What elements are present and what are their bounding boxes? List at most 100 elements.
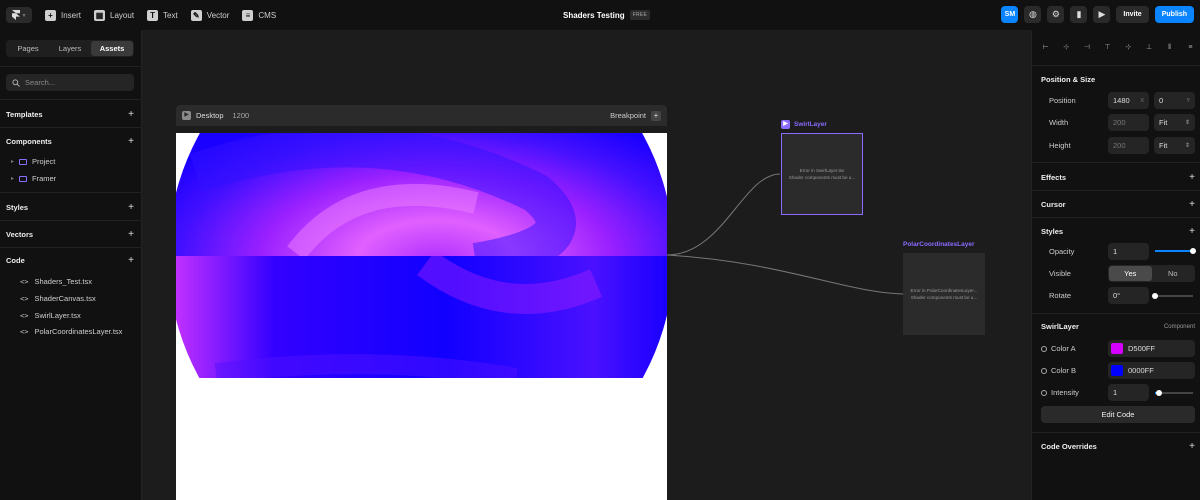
invite-button[interactable]: Invite [1116, 6, 1149, 23]
gear-icon: ⚙ [1051, 9, 1060, 19]
analytics-button[interactable]: ▮ [1070, 6, 1088, 23]
opacity-input[interactable]: 1 [1108, 243, 1149, 260]
width-input[interactable]: 200 [1108, 114, 1149, 131]
code-file-item[interactable]: <> SwirlLayer.tsx [20, 311, 81, 320]
rotate-slider[interactable] [1152, 293, 1193, 299]
opacity-slider[interactable] [1155, 248, 1196, 254]
rotate-input[interactable]: 0° [1108, 287, 1149, 304]
polar-layer-node[interactable]: Error in PolarCoordinatesLayer... Shader… [903, 253, 985, 335]
divider [1032, 162, 1200, 163]
avatar[interactable]: SM [1001, 6, 1019, 23]
color-b-field[interactable]: 0000FF [1108, 362, 1195, 379]
component-item-project[interactable]: ▸ Project [11, 157, 55, 166]
code-icon: <> [20, 294, 29, 303]
align-bottom-icon[interactable]: ⊥ [1145, 43, 1154, 52]
swirl-layer-node-title[interactable]: ▶ SwirlLayer [781, 120, 827, 129]
add-breakpoint-icon[interactable]: + [651, 110, 661, 121]
position-y-input[interactable]: 0 Y [1154, 92, 1195, 109]
publish-button[interactable]: Publish [1154, 6, 1194, 23]
variable-icon[interactable] [1041, 345, 1047, 352]
polar-layer-node-title[interactable]: PolarCoordinatesLayer [903, 241, 975, 248]
globe-button[interactable]: ◍ [1024, 6, 1042, 23]
variable-icon[interactable] [1041, 367, 1047, 374]
breakpoint-control[interactable]: Breakpoint + [610, 105, 661, 126]
visible-toggle[interactable]: Yes No [1108, 265, 1195, 282]
code-file-label: Shaders_Test.tsx [34, 277, 92, 286]
play-icon[interactable]: ▶ [182, 111, 191, 120]
styles-section[interactable]: Styles + [1041, 226, 1195, 237]
code-section[interactable]: Code + [6, 255, 134, 266]
top-toolbar: ▾ + Insert ▦ Layout T Text ✎ Vector ≡ CM… [0, 0, 1200, 30]
components-section[interactable]: Components + [6, 136, 134, 147]
distribute-v-icon[interactable]: ≡ [1186, 43, 1195, 52]
add-cursor-icon[interactable]: + [1189, 199, 1195, 210]
tab-assets[interactable]: Assets [91, 41, 133, 56]
add-code-icon[interactable]: + [128, 255, 134, 266]
variable-icon[interactable] [1041, 389, 1047, 396]
project-title-area[interactable]: Shaders Testing FREE [563, 0, 651, 30]
intensity-slider-knob[interactable] [1156, 390, 1162, 396]
width-label: Width [1049, 118, 1069, 127]
vector-button[interactable]: ✎ Vector [190, 9, 229, 21]
code-title: Code [6, 256, 25, 265]
opacity-slider-knob[interactable] [1190, 248, 1196, 254]
add-style-icon[interactable]: + [128, 202, 134, 213]
code-overrides-section[interactable]: Code Overrides + [1041, 441, 1195, 452]
add-effect-icon[interactable]: + [1189, 172, 1195, 183]
add-template-icon[interactable]: + [128, 109, 134, 120]
templates-section[interactable]: Templates + [6, 109, 134, 120]
add-component-icon[interactable]: + [128, 136, 134, 147]
code-file-item[interactable]: <> PolarCoordinatesLayer.tsx [20, 327, 122, 336]
align-center-v-icon[interactable]: ⊹ [1124, 43, 1133, 52]
intensity-slider[interactable] [1155, 390, 1193, 396]
height-input[interactable]: 200 [1108, 137, 1149, 154]
distribute-h-icon[interactable]: ⫴ [1165, 43, 1174, 52]
visible-yes-option[interactable]: Yes [1109, 266, 1152, 281]
layout-button[interactable]: ▦ Layout [94, 9, 135, 21]
text-button[interactable]: T Text [147, 9, 178, 21]
code-file-item[interactable]: <> ShaderCanvas.tsx [20, 294, 96, 303]
styles-section[interactable]: Styles + [6, 202, 134, 213]
intensity-label: Intensity [1051, 388, 1079, 397]
add-style-icon[interactable]: + [1189, 226, 1195, 237]
color-b-swatch[interactable] [1111, 365, 1123, 376]
code-file-item[interactable]: <> Shaders_Test.tsx [20, 277, 92, 286]
swirl-layer-node[interactable]: Error in SwirlLayer.tsx Shader component… [781, 133, 863, 215]
position-x-input[interactable]: 1480 X [1108, 92, 1149, 109]
add-vector-icon[interactable]: + [128, 229, 134, 240]
preview-button[interactable]: ▶ [1093, 6, 1111, 23]
align-center-h-icon[interactable]: ⊹ [1062, 43, 1071, 52]
design-canvas[interactable]: ▶ Desktop 1200 Breakpoint + ▶ SwirlLayer… [143, 30, 1031, 500]
insert-button[interactable]: + Insert [45, 9, 81, 21]
cursor-section[interactable]: Cursor + [1041, 199, 1195, 210]
divider [1032, 217, 1200, 218]
align-top-icon[interactable]: ⊤ [1103, 43, 1112, 52]
search-input[interactable] [25, 78, 125, 87]
width-mode-select[interactable]: Fit ⇕ [1154, 114, 1195, 131]
color-a-field[interactable]: D500FF [1108, 340, 1195, 357]
settings-button[interactable]: ⚙ [1047, 6, 1065, 23]
align-right-icon[interactable]: ⊣ [1082, 43, 1091, 52]
height-mode-select[interactable]: Fit ⇕ [1154, 137, 1195, 154]
edit-code-button[interactable]: Edit Code [1041, 406, 1195, 423]
effects-section[interactable]: Effects + [1041, 172, 1195, 183]
rotate-slider-knob[interactable] [1152, 293, 1158, 299]
tab-pages[interactable]: Pages [7, 41, 49, 56]
search-box[interactable] [6, 74, 134, 91]
color-a-swatch[interactable] [1111, 343, 1123, 354]
desktop-frame-header[interactable]: ▶ Desktop 1200 Breakpoint + [176, 105, 667, 126]
cms-label: CMS [258, 10, 277, 20]
add-override-icon[interactable]: + [1189, 441, 1195, 452]
visible-no-option[interactable]: No [1152, 266, 1195, 281]
vectors-section[interactable]: Vectors + [6, 229, 134, 240]
properties-panel: ⊢ ⊹ ⊣ ⊤ ⊹ ⊥ ⫴ ≡ Position & Size Position… [1031, 30, 1200, 500]
cms-button[interactable]: ≡ CMS [242, 9, 277, 21]
layout-label: Layout [110, 10, 135, 20]
intensity-input[interactable]: 1 [1108, 384, 1149, 401]
tab-layers[interactable]: Layers [49, 41, 91, 56]
align-left-icon[interactable]: ⊢ [1041, 43, 1050, 52]
position-x-value: 1480 [1113, 96, 1130, 105]
component-item-framer[interactable]: ▸ Framer [11, 174, 56, 183]
desktop-frame[interactable] [176, 133, 667, 500]
framer-menu-button[interactable]: ▾ [6, 7, 32, 23]
